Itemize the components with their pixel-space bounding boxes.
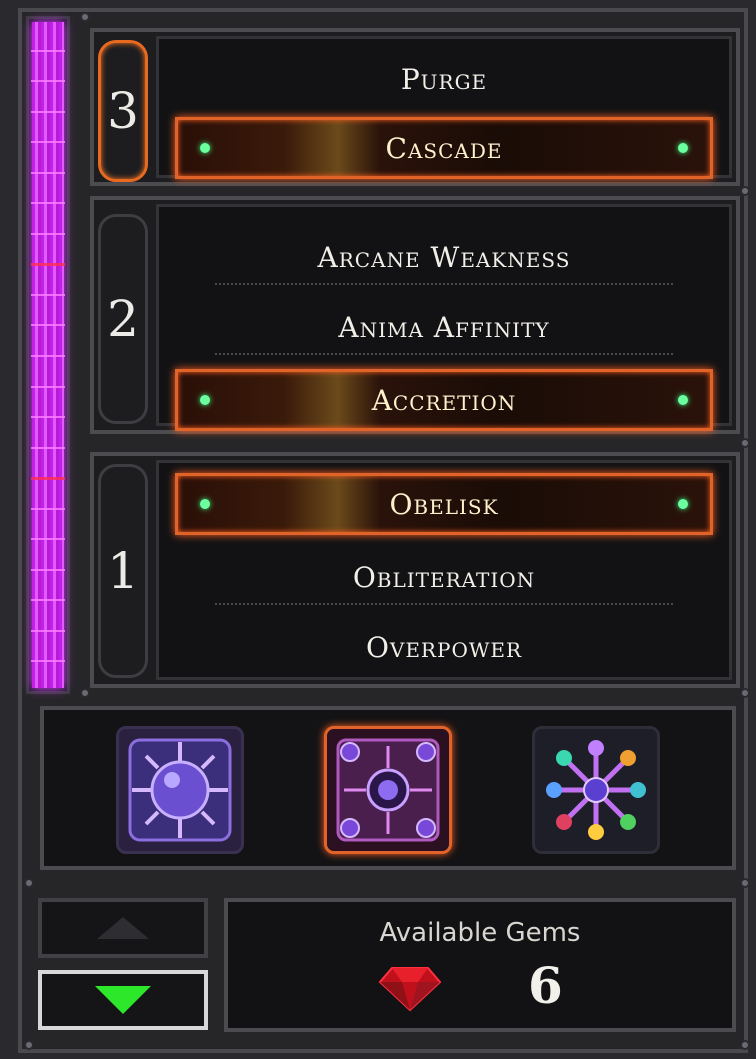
scroll-controls xyxy=(38,898,208,1030)
rivet-icon xyxy=(24,878,34,888)
progress-tick xyxy=(31,447,65,449)
progress-tick xyxy=(31,111,65,113)
talent-node-purge[interactable]: Purge xyxy=(175,51,713,107)
rivet-icon xyxy=(740,878,750,888)
socket-gem-icon xyxy=(200,499,210,509)
available-gems-panel: Available Gems 6 xyxy=(224,898,736,1032)
socket-gem-icon xyxy=(678,499,688,509)
progress-tick xyxy=(31,141,65,143)
ruby-gem-icon xyxy=(378,967,442,1012)
talent-node-accretion[interactable]: Accretion xyxy=(175,369,713,431)
progress-tick xyxy=(31,386,65,388)
rivet-icon xyxy=(24,1040,34,1050)
tier-2: 2 Arcane Weakness Anima Affinity Accreti… xyxy=(90,196,740,434)
talent-node-obliteration[interactable]: Obliteration xyxy=(175,549,713,605)
scroll-down-button[interactable] xyxy=(38,970,208,1030)
tier-number: 2 xyxy=(98,214,148,424)
tier-3: 3 Purge Cascade xyxy=(90,28,740,186)
talent-node-label: Accretion xyxy=(371,383,517,417)
skill-selection xyxy=(40,706,736,870)
progress-tick xyxy=(31,233,65,235)
talent-node-overpower[interactable]: Overpower xyxy=(175,619,713,675)
progress-tick xyxy=(31,538,65,540)
tier-number: 3 xyxy=(98,40,148,182)
triangle-up-icon xyxy=(97,917,149,939)
progress-tick xyxy=(31,508,65,510)
progress-tick xyxy=(31,172,65,174)
available-gems-label: Available Gems xyxy=(379,918,581,948)
rivet-icon xyxy=(740,688,750,698)
talent-node-anima-affinity[interactable]: Anima Affinity xyxy=(175,299,713,355)
progress-tick xyxy=(31,202,65,204)
sun-orb-icon[interactable] xyxy=(116,726,244,854)
rivet-icon xyxy=(80,12,90,22)
rivet-icon xyxy=(80,688,90,698)
socket-gem-icon xyxy=(678,395,688,405)
talent-panel: 3 Purge Cascade 2 Arcane Weakness Anima … xyxy=(0,0,756,1059)
tier-nodes: Arcane Weakness Anima Affinity Accretion xyxy=(156,204,732,431)
gem-count: 6 xyxy=(528,956,563,1015)
talent-node-cascade[interactable]: Cascade xyxy=(175,117,713,179)
rivet-icon xyxy=(740,186,750,196)
talent-node-label: Obelisk xyxy=(389,487,499,521)
progress-tick xyxy=(31,355,65,357)
progress-tick xyxy=(31,660,65,662)
socket-gem-icon xyxy=(200,395,210,405)
gem-constellation-icon[interactable] xyxy=(532,726,660,854)
progress-tick xyxy=(31,630,65,632)
tier-number: 1 xyxy=(98,464,148,678)
triangle-down-icon xyxy=(95,986,151,1014)
tier-nodes: Obelisk Obliteration Overpower xyxy=(156,460,732,680)
socket-gem-icon xyxy=(678,143,688,153)
progress-tick xyxy=(31,599,65,601)
progress-tick xyxy=(31,569,65,571)
tier-1: 1 Obelisk Obliteration Overpower xyxy=(90,452,740,688)
progress-tick xyxy=(31,416,65,418)
progress-tick xyxy=(31,80,65,82)
talent-node-label: Cascade xyxy=(385,131,503,165)
rivet-icon xyxy=(740,438,750,448)
progress-bar xyxy=(26,16,70,694)
tier-threshold-mark xyxy=(31,263,65,266)
rune-orb-icon[interactable] xyxy=(324,726,452,854)
progress-tick xyxy=(31,50,65,52)
tier-nodes: Purge Cascade xyxy=(156,36,732,179)
rivet-icon xyxy=(740,1040,750,1050)
scroll-up-button[interactable] xyxy=(38,898,208,958)
tier-threshold-mark xyxy=(31,477,65,480)
progress-tick xyxy=(31,324,65,326)
progress-tick xyxy=(31,294,65,296)
talent-node-obelisk[interactable]: Obelisk xyxy=(175,473,713,535)
talent-node-arcane-weakness[interactable]: Arcane Weakness xyxy=(175,229,713,285)
socket-gem-icon xyxy=(200,143,210,153)
